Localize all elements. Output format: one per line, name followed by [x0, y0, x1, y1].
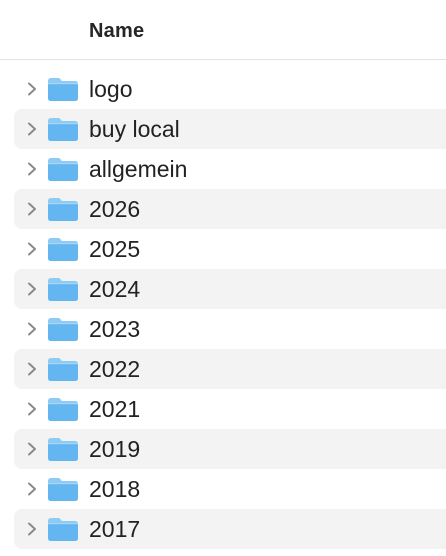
folder-name: 2025 [89, 236, 141, 262]
folder-row[interactable]: buy local [0, 109, 446, 149]
chevron-right-icon[interactable] [24, 441, 40, 457]
folder-icon [48, 158, 78, 181]
folder-icon [48, 358, 78, 381]
folder-row[interactable]: 2018 [0, 469, 446, 509]
chevron-right-icon[interactable] [24, 401, 40, 417]
folder-icon [48, 198, 78, 221]
folder-row[interactable]: 2017 [0, 509, 446, 549]
folder-name: allgemein [89, 156, 188, 182]
chevron-right-icon[interactable] [24, 321, 40, 337]
chevron-right-icon[interactable] [24, 161, 40, 177]
folder-icon [48, 478, 78, 501]
folder-row[interactable]: 2023 [0, 309, 446, 349]
folder-name: buy local [89, 116, 180, 142]
chevron-right-icon[interactable] [24, 361, 40, 377]
folder-name: 2019 [89, 436, 141, 462]
folder-name: 2017 [89, 516, 141, 542]
folder-icon [48, 278, 78, 301]
chevron-right-icon[interactable] [24, 281, 40, 297]
folder-icon [48, 118, 78, 141]
folder-icon [48, 238, 78, 261]
chevron-right-icon[interactable] [24, 241, 40, 257]
chevron-right-icon[interactable] [24, 81, 40, 97]
folder-row[interactable]: 2024 [0, 269, 446, 309]
folder-name: logo [89, 76, 133, 102]
folder-row[interactable]: allgemein [0, 149, 446, 189]
column-header: Name [0, 0, 446, 60]
chevron-right-icon[interactable] [24, 481, 40, 497]
folder-row[interactable]: 2025 [0, 229, 446, 269]
folder-name: 2018 [89, 476, 141, 502]
folder-name: 2024 [89, 276, 141, 302]
folder-row[interactable]: logo [0, 69, 446, 109]
folder-name: 2021 [89, 396, 141, 422]
folder-icon [48, 438, 78, 461]
folder-icon [48, 398, 78, 421]
chevron-right-icon[interactable] [24, 121, 40, 137]
folder-name: 2026 [89, 196, 141, 222]
folder-row[interactable]: 2026 [0, 189, 446, 229]
folder-row[interactable]: 2019 [0, 429, 446, 469]
folder-icon [48, 518, 78, 541]
folder-list: logo buy local allgemein 2026 2025 2024 … [0, 69, 446, 549]
folder-row[interactable]: 2022 [0, 349, 446, 389]
folder-row[interactable]: 2021 [0, 389, 446, 429]
folder-name: 2022 [89, 356, 141, 382]
name-column-header[interactable]: Name [89, 19, 144, 43]
chevron-right-icon[interactable] [24, 521, 40, 537]
folder-icon [48, 318, 78, 341]
folder-icon [48, 78, 78, 101]
chevron-right-icon[interactable] [24, 201, 40, 217]
folder-name: 2023 [89, 316, 141, 342]
